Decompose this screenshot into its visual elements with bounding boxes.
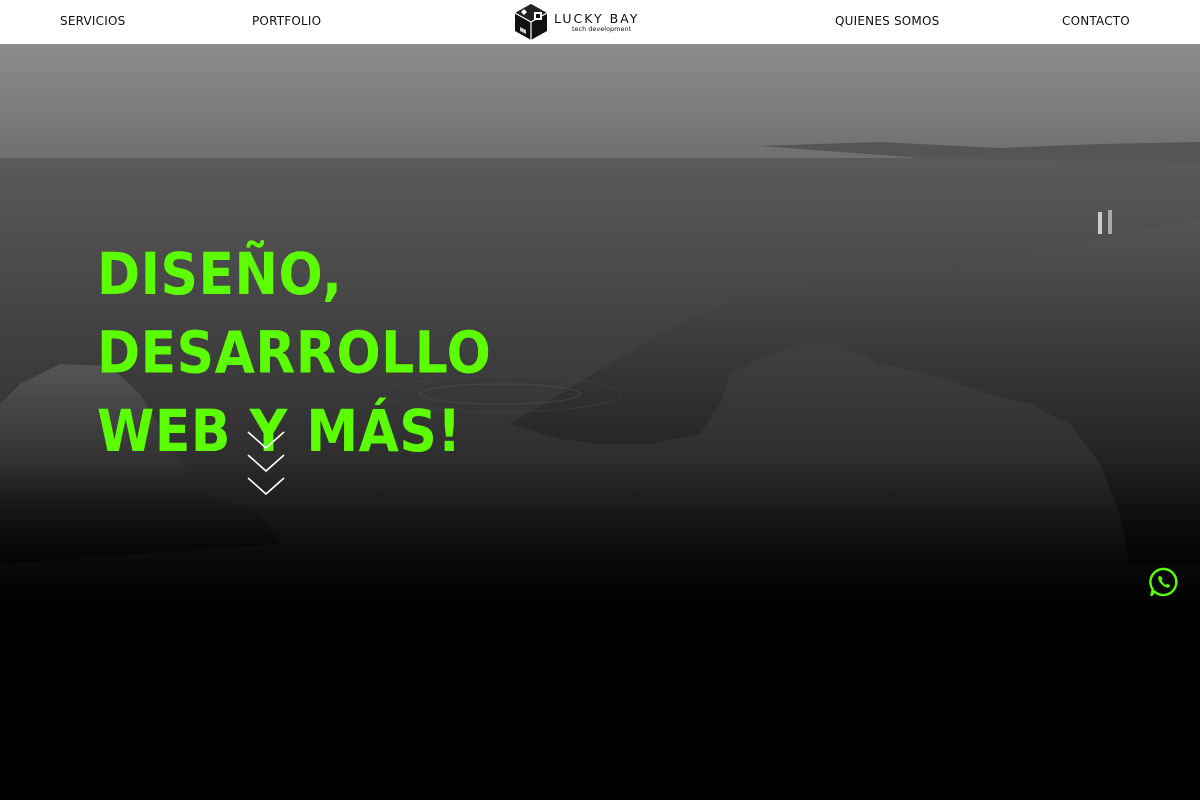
chevron-down-triple-icon[interactable] (246, 430, 286, 498)
headline-line-3: WEB Y MÁS! (97, 398, 462, 466)
hero-section: DISEÑO, DESARROLLO WEB Y MÁS! (0, 44, 1200, 800)
whatsapp-icon[interactable] (1148, 566, 1180, 598)
cube-logo-icon (514, 4, 548, 40)
hero-headline: DISEÑO, DESARROLLO WEB Y MÁS! (97, 236, 491, 471)
nav-link-contacto[interactable]: CONTACTO (1062, 14, 1130, 28)
logo-name: LUCKY BAY (554, 10, 640, 26)
site-logo[interactable]: LUCKY BAY tech development (512, 3, 642, 41)
headline-line-2: DESARROLLO (97, 320, 492, 388)
top-navigation: SERVICIOS PORTFOLIO LUCKY BAY tech devel… (0, 0, 1200, 44)
headline-line-1: DISEÑO, (97, 241, 343, 309)
nav-link-servicios[interactable]: SERVICIOS (60, 14, 125, 28)
logo-tagline: tech development (572, 24, 632, 33)
nav-link-quienes-somos[interactable]: QUIENES SOMOS (835, 14, 939, 28)
nav-link-portfolio[interactable]: PORTFOLIO (252, 14, 321, 28)
